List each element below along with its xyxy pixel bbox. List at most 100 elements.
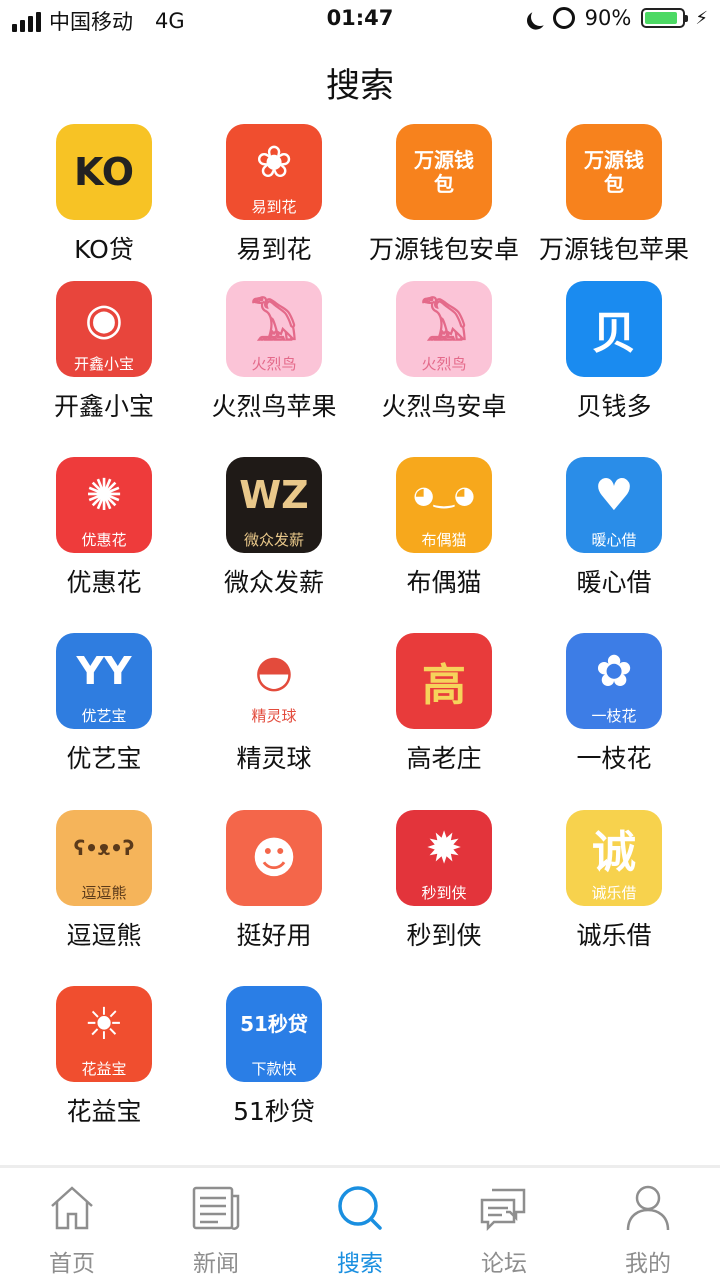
app-icon[interactable]: 贝 xyxy=(566,281,662,377)
app-label: 优艺宝 xyxy=(66,744,142,773)
app-icon-glyph: 万源钱包 xyxy=(584,148,644,196)
app-label: 布偶猫 xyxy=(406,568,482,597)
app-icon-caption: 火烈鸟 xyxy=(251,355,297,373)
app-icon-caption: 秒到侠 xyxy=(421,884,467,902)
app-icon[interactable]: 51秒贷下款快 xyxy=(226,986,322,1082)
app-item[interactable]: ◉ 开鑫小宝 开鑫小宝 xyxy=(19,281,189,423)
home-icon xyxy=(51,1186,93,1230)
app-label: 火烈鸟安卓 xyxy=(381,392,507,421)
app-item[interactable]: 万源钱包 万源钱包苹果 xyxy=(529,124,699,266)
app-item[interactable]: 高高老庄 xyxy=(359,633,529,775)
app-icon-caption: 花益宝 xyxy=(81,1060,127,1078)
app-label: 51秒贷 xyxy=(233,1097,315,1126)
app-icon-glyph: ʕ•ᴥ•ʔ xyxy=(73,836,135,860)
tab-news[interactable]: 新闻 xyxy=(144,1168,288,1283)
app-icon[interactable]: YY 优艺宝 xyxy=(56,633,152,729)
app-icon-caption: 一枝花 xyxy=(591,707,637,725)
app-icon-glyph: WZ xyxy=(239,473,309,517)
app-item[interactable]: ✿ 一枝花 一枝花 xyxy=(529,633,699,775)
app-item[interactable]: ◓ 精灵球 精灵球 xyxy=(189,633,359,775)
tab-bar: 首页 新闻 搜索 论坛 我的 xyxy=(0,1165,720,1283)
app-icon[interactable]: ◉ 开鑫小宝 xyxy=(56,281,152,377)
page-title: 搜索 xyxy=(326,66,394,106)
app-icon-glyph: ❀ xyxy=(255,136,293,188)
tab-label: 新闻 xyxy=(193,1251,239,1277)
tab-profile[interactable]: 我的 xyxy=(576,1168,720,1283)
tab-search[interactable]: 搜索 xyxy=(288,1168,432,1283)
app-label: 诚乐借 xyxy=(576,921,652,950)
app-label: 优惠花 xyxy=(66,568,142,597)
battery-icon xyxy=(641,8,689,28)
app-icon-caption: 布偶猫 xyxy=(421,531,467,549)
app-item[interactable]: 51秒贷 下款快 51秒贷 xyxy=(189,986,359,1128)
app-icon-caption: 逗逗熊 xyxy=(81,884,127,902)
app-icon[interactable]: 万源钱包 xyxy=(396,124,492,220)
app-label: 逗逗熊 xyxy=(66,921,142,950)
app-icon-caption: 开鑫小宝 xyxy=(73,355,134,373)
app-icon[interactable]: KO xyxy=(56,124,152,220)
app-item[interactable]: ♥ 暖心借 暖心借 xyxy=(529,457,699,599)
app-icon[interactable]: ◓ 精灵球 xyxy=(226,633,322,729)
app-label: 火烈鸟苹果 xyxy=(211,392,337,421)
app-icon-glyph: 51秒贷 xyxy=(240,1012,308,1036)
do-not-disturb-icon xyxy=(528,5,551,28)
tab-label: 论坛 xyxy=(481,1251,527,1277)
app-icon-glyph: 𓅐 xyxy=(250,300,298,351)
app-icon[interactable]: ♥ 暖心借 xyxy=(566,457,662,553)
app-item[interactable]: ✹ 秒到侠 秒到侠 xyxy=(359,810,529,952)
app-item[interactable]: ✺ 优惠花 优惠花 xyxy=(19,457,189,599)
app-item[interactable]: 𓅐 火烈鸟火烈鸟苹果 xyxy=(189,281,359,423)
app-icon[interactable]: ʕ•ᴥ•ʔ 逗逗熊 xyxy=(56,810,152,906)
profile-icon xyxy=(626,1185,670,1231)
app-icon[interactable]: 诚诚乐借 xyxy=(566,810,662,906)
app-icon-caption: 下款快 xyxy=(251,1060,297,1078)
app-icon-glyph: 诚 xyxy=(592,827,636,878)
app-icon-glyph: 𓅐 xyxy=(420,300,468,351)
tab-label: 首页 xyxy=(49,1251,95,1277)
app-icon[interactable]: ❀ 易到花 xyxy=(226,124,322,220)
app-item[interactable]: 诚诚乐借 诚乐借 xyxy=(529,810,699,952)
app-icon-glyph: ✿ xyxy=(595,645,633,697)
app-icon[interactable]: 𓅐 火烈鸟 xyxy=(396,281,492,377)
app-item[interactable]: ◕‿◕ 布偶猫 布偶猫 xyxy=(359,457,529,599)
app-icon[interactable]: ☻ xyxy=(226,810,322,906)
tab-label: 我的 xyxy=(625,1251,671,1277)
app-item[interactable]: ☻ 挺好用 xyxy=(189,810,359,952)
app-icon[interactable]: ☀ 花益宝 xyxy=(56,986,152,1082)
app-item[interactable]: 万源钱包 万源钱包安卓 xyxy=(359,124,529,266)
tab-home[interactable]: 首页 xyxy=(0,1168,144,1283)
app-item[interactable]: YY 优艺宝 优艺宝 xyxy=(19,633,189,775)
app-icon-caption: 微众发薪 xyxy=(243,531,304,549)
app-icon-caption: 优惠花 xyxy=(81,531,127,549)
app-icon-glyph: ♥ xyxy=(594,469,634,521)
forum-icon xyxy=(480,1188,526,1232)
app-item[interactable]: 贝贝钱多 xyxy=(529,281,699,423)
app-item[interactable]: 𓅐 火烈鸟火烈鸟安卓 xyxy=(359,281,529,423)
app-icon-glyph: 贝 xyxy=(592,308,636,359)
app-item[interactable]: WZ 微众发薪 微众发薪 xyxy=(189,457,359,599)
app-icon[interactable]: 万源钱包 xyxy=(566,124,662,220)
battery-percent: 90% xyxy=(584,6,632,30)
app-label: 开鑫小宝 xyxy=(53,392,154,421)
app-item[interactable]: KO KO贷 xyxy=(19,124,189,266)
app-item[interactable]: ❀ 易到花 易到花 xyxy=(189,124,359,266)
tab-label: 搜索 xyxy=(337,1251,383,1277)
app-icon[interactable]: 𓅐 火烈鸟 xyxy=(226,281,322,377)
app-icon[interactable]: WZ 微众发薪 xyxy=(226,457,322,553)
app-icon[interactable]: 高 xyxy=(396,633,492,729)
app-icon-glyph: ◉ xyxy=(84,293,124,345)
app-icon[interactable]: ◕‿◕ 布偶猫 xyxy=(396,457,492,553)
app-item[interactable]: ☀ 花益宝 花益宝 xyxy=(19,986,189,1128)
charging-icon: ⚡ xyxy=(695,7,708,29)
app-label: 挺好用 xyxy=(236,921,312,950)
app-label: 一枝花 xyxy=(576,744,652,773)
app-icon-caption: 暖心借 xyxy=(591,531,637,549)
app-icon-caption: 优艺宝 xyxy=(81,707,127,725)
app-icon[interactable]: ✿ 一枝花 xyxy=(566,633,662,729)
app-icon-glyph: ◕‿◕ xyxy=(413,481,475,509)
tab-forum[interactable]: 论坛 xyxy=(432,1168,576,1283)
app-icon[interactable]: ✹ 秒到侠 xyxy=(396,810,492,906)
app-item[interactable]: ʕ•ᴥ•ʔ 逗逗熊 逗逗熊 xyxy=(19,810,189,952)
app-icon[interactable]: ✺ 优惠花 xyxy=(56,457,152,553)
app-label: 微众发薪 xyxy=(223,568,324,597)
